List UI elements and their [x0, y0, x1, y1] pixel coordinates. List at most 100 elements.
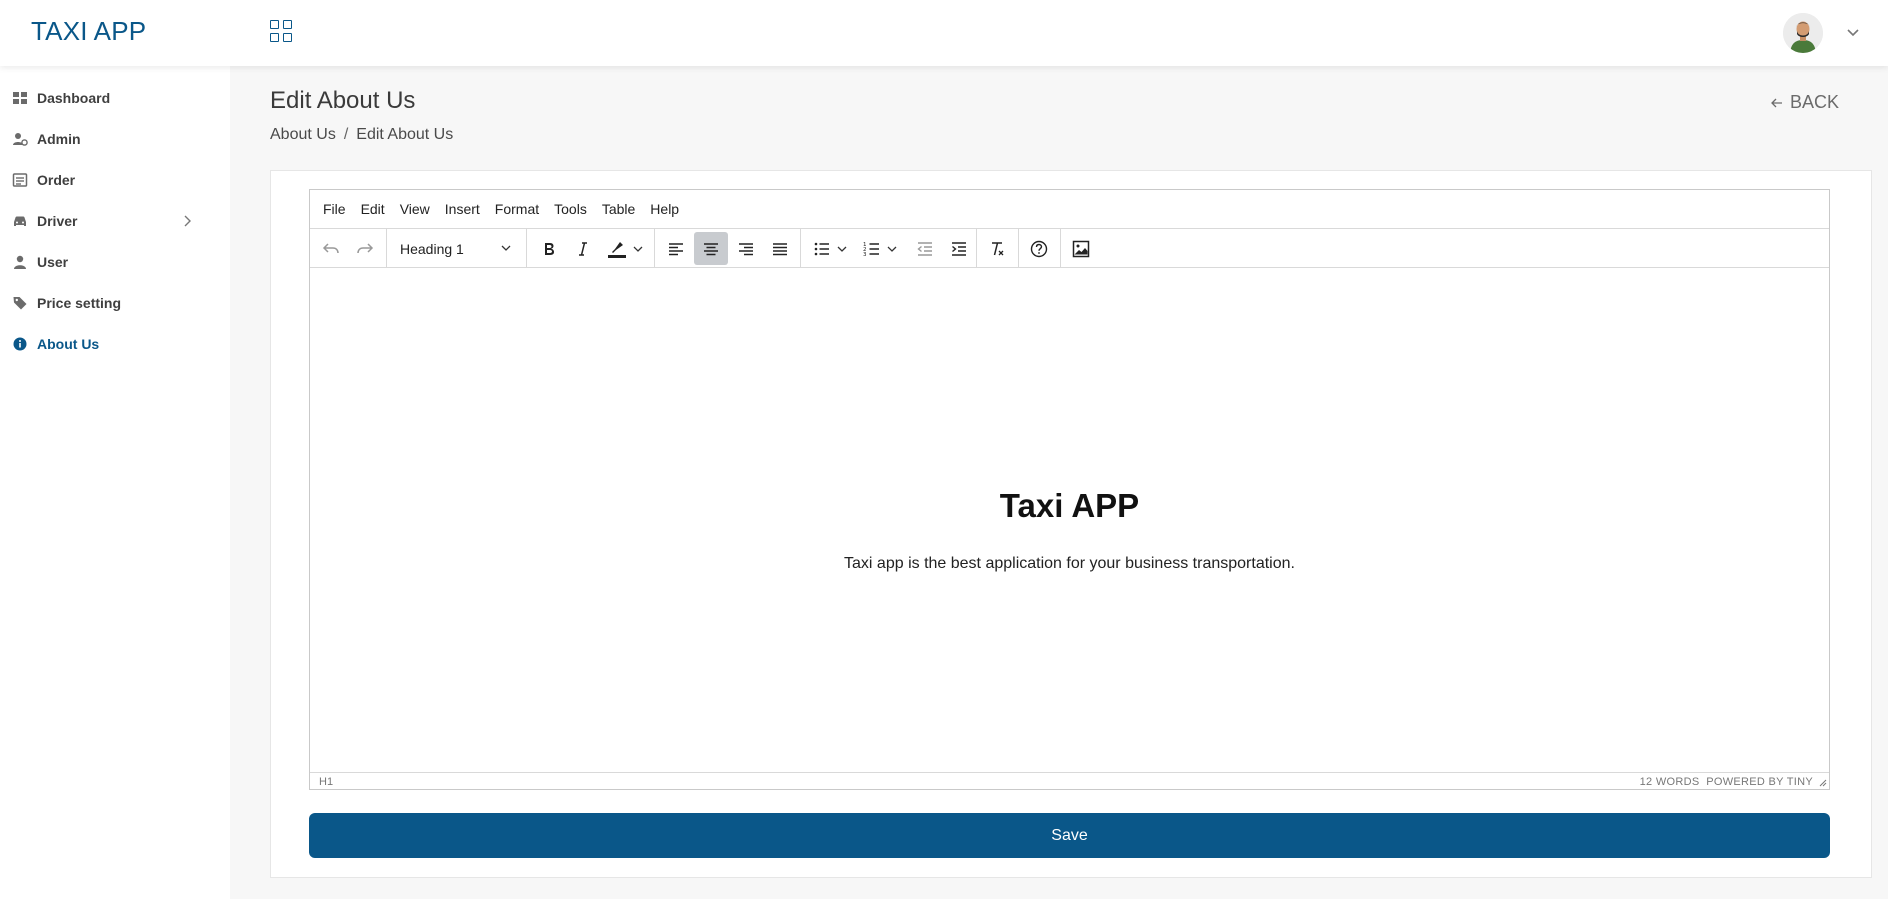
sidebar-item-label: About Us: [37, 336, 100, 352]
editor-menubar: File Edit View Insert Format Tools Table…: [310, 190, 1829, 229]
rich-text-editor: File Edit View Insert Format Tools Table…: [309, 189, 1830, 790]
undo-button[interactable]: [316, 232, 346, 265]
bullet-list-icon: [814, 242, 829, 255]
element-path[interactable]: H1: [319, 776, 333, 788]
admin-gear-icon: [13, 133, 28, 146]
info-icon: [13, 337, 27, 351]
powered-by-link[interactable]: POWERED BY TINY: [1706, 776, 1813, 788]
bold-icon: [545, 242, 554, 255]
status-right: 12 WORDS POWERED BY TINY: [1640, 776, 1813, 788]
align-center-button[interactable]: [694, 232, 728, 265]
editor-content-area[interactable]: Taxi APP Taxi app is the best applicatio…: [310, 269, 1829, 772]
numbered-list-icon: 1 2 3: [863, 242, 879, 258]
chevron-down-icon: [837, 246, 847, 252]
menu-edit[interactable]: Edit: [361, 201, 385, 217]
sidebar-item-order[interactable]: Order: [0, 162, 230, 198]
avatar[interactable]: [1783, 13, 1823, 53]
page-title: Edit About Us: [270, 87, 416, 114]
sidebar-item-label: Driver: [37, 213, 78, 229]
align-left-icon: [669, 242, 683, 255]
highlighter-icon: [608, 241, 626, 258]
menu-tools[interactable]: Tools: [554, 201, 587, 217]
bold-button[interactable]: [534, 232, 564, 265]
content-heading: Taxi APP: [999, 487, 1140, 524]
help-icon: [1030, 240, 1048, 257]
clear-formatting-icon: [992, 241, 1004, 255]
toolbar-separator: [1018, 229, 1019, 268]
menu-help[interactable]: Help: [650, 201, 679, 217]
indent-icon: [952, 241, 966, 256]
italic-button[interactable]: [568, 232, 598, 265]
svg-text:3: 3: [863, 252, 867, 258]
highlight-color-button[interactable]: [602, 232, 650, 265]
numbered-list-button[interactable]: 1 2 3: [856, 232, 906, 265]
menu-insert[interactable]: Insert: [445, 201, 480, 217]
chevron-down-icon: [633, 246, 643, 252]
align-justify-button[interactable]: [764, 232, 796, 265]
insert-image-button[interactable]: [1066, 232, 1096, 265]
resize-handle-icon[interactable]: [1818, 778, 1827, 787]
sidebar-item-label: User: [37, 254, 69, 270]
content-paragraph: Taxi app is the best application for you…: [844, 555, 1295, 572]
chevron-down-icon: [887, 246, 897, 252]
menu-format[interactable]: Format: [495, 201, 539, 217]
redo-icon: [357, 242, 374, 253]
brand-logo[interactable]: TAXI APP: [31, 16, 146, 47]
back-label: BACK: [1790, 92, 1840, 112]
toolbar-separator: [1060, 229, 1061, 268]
grid-icon[interactable]: [270, 20, 292, 42]
align-center-icon: [704, 242, 718, 255]
sidebar-item-user[interactable]: User: [0, 244, 230, 280]
user-icon: [14, 255, 26, 269]
dashboard-icon: [13, 92, 27, 104]
redo-button[interactable]: [350, 232, 380, 265]
align-right-icon: [739, 242, 753, 255]
toolbar-separator: [654, 229, 655, 268]
sidebar-item-label: Order: [37, 172, 76, 188]
sidebar-item-dashboard[interactable]: Dashboard: [0, 80, 230, 116]
breadcrumb-separator: /: [343, 126, 349, 143]
chevron-down-icon[interactable]: [1845, 24, 1861, 40]
sidebar-item-label: Dashboard: [37, 90, 111, 106]
toolbar-separator: [526, 229, 527, 268]
sidebar-item-admin[interactable]: Admin: [0, 121, 230, 157]
tag-icon: [13, 297, 27, 310]
clear-formatting-button[interactable]: [982, 232, 1012, 265]
sidebar-item-price-setting[interactable]: Price setting: [0, 285, 230, 321]
block-format-select[interactable]: Heading 1: [390, 232, 520, 265]
toolbar-separator: [976, 229, 977, 268]
breadcrumb-item-about-us[interactable]: About Us: [270, 126, 336, 143]
order-list-icon: [12, 173, 28, 187]
outdent-button[interactable]: [910, 232, 940, 265]
align-left-button[interactable]: [660, 232, 692, 265]
breadcrumb: About Us / Edit About Us: [270, 126, 453, 144]
toolbar-separator: [386, 229, 387, 268]
sidebar-item-label: Price setting: [37, 295, 122, 311]
back-button[interactable]: BACK: [1770, 92, 1839, 113]
undo-icon: [322, 242, 339, 253]
sidebar-item-label: Admin: [37, 131, 81, 147]
menu-table[interactable]: Table: [602, 201, 635, 217]
menu-file[interactable]: File: [323, 201, 346, 217]
toolbar-separator: [800, 229, 801, 268]
block-format-value: Heading 1: [400, 240, 464, 257]
editor-statusbar: H1 12 WORDS POWERED BY TINY: [310, 772, 1829, 790]
align-right-button[interactable]: [730, 232, 762, 265]
menu-view[interactable]: View: [400, 201, 430, 217]
help-button[interactable]: [1024, 232, 1054, 265]
sidebar: Dashboard Admin Order Driver User Price …: [0, 66, 230, 899]
word-count[interactable]: 12 WORDS: [1640, 776, 1700, 788]
image-icon: [1072, 240, 1090, 257]
sidebar-item-driver[interactable]: Driver: [0, 203, 230, 239]
align-justify-icon: [773, 242, 787, 255]
breadcrumb-item-current: Edit About Us: [356, 126, 454, 143]
user-avatar-icon: [1783, 13, 1823, 53]
sidebar-item-about-us[interactable]: About Us: [0, 326, 230, 362]
top-header: TAXI APP: [0, 0, 1888, 66]
bullet-list-button[interactable]: [806, 232, 856, 265]
indent-button[interactable]: [944, 232, 974, 265]
italic-icon: [579, 241, 587, 256]
chevron-down-icon: [501, 245, 511, 251]
save-button[interactable]: Save: [309, 813, 1830, 858]
editor-toolbar: Heading 1 1 2 3: [310, 229, 1829, 268]
